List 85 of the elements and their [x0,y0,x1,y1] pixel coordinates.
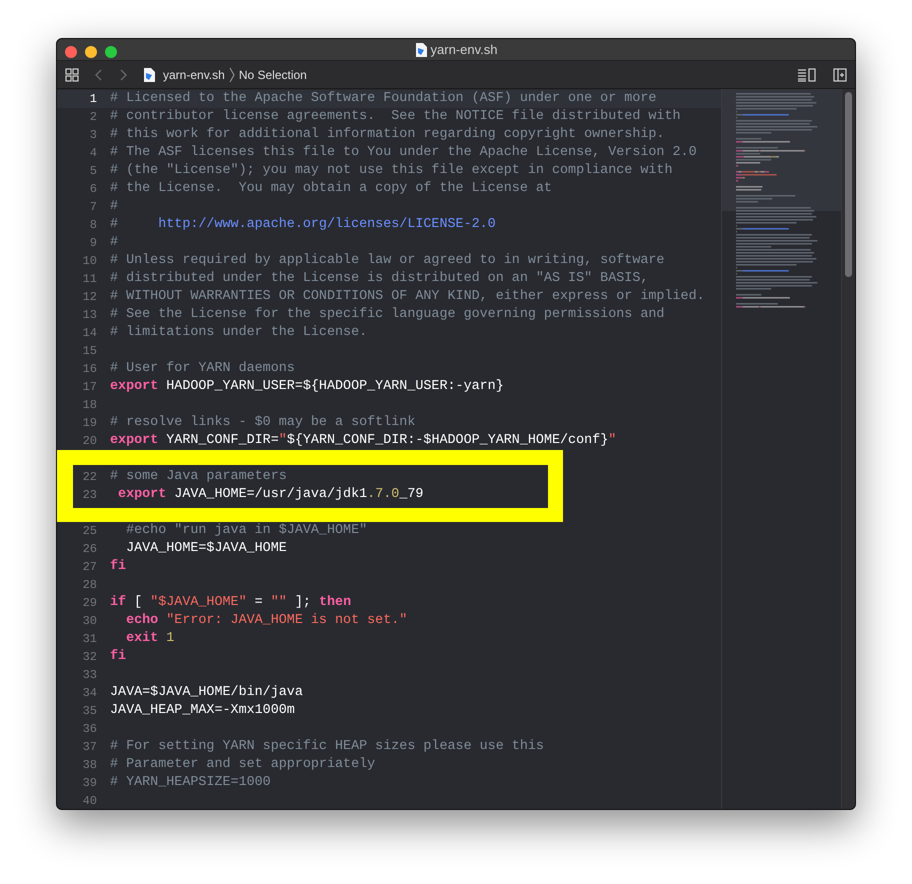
file-icon [414,42,427,56]
line-number: 11 [82,271,97,288]
code-line: fi [110,648,126,666]
line-number: 20 [82,433,97,450]
code-line: #echo "run java in $JAVA_HOME" [125,522,368,540]
code-line: # For setting YARN specific HEAP sizes please use this [110,738,544,756]
zoom-icon[interactable] [105,46,117,58]
window-title: yarn-env.sh [430,40,498,59]
scrollbar-thumb[interactable] [845,92,852,277]
line-number: 39 [82,775,97,792]
line-number: 23 [82,487,97,504]
line-number: 3 [88,127,97,144]
line-number: 34 [82,685,97,702]
line-number: 33 [82,667,97,684]
line-number: 19 [82,415,97,432]
code-line: # contributor license agreements. See the NOTICE file distributed with [110,108,681,126]
code-line: # distributed under the License is distributed on an "AS IS" BASIS, [110,270,648,288]
line-number: 35 [82,703,97,720]
line-number: 40 [82,793,97,809]
line-number: 22 [82,469,97,486]
back-icon[interactable] [95,68,103,80]
code-line: # http://www.apache.org/licenses/LICENSE-2.0 [110,216,496,234]
line-number: 18 [82,397,97,414]
line-number: 25 [82,523,97,540]
code-line: # WITHOUT WARRANTIES OR CONDITIONS OF ANY KIND, either express or implied. [110,288,705,306]
line-number: 27 [82,559,97,576]
line-number: 8 [88,217,97,234]
line-number: 17 [82,379,97,396]
code-line: export JAVA_HOME=/usr/java/jdk1.7.0_79 [117,486,424,504]
code-line: echo "Error: JAVA_HOME is not set." [125,612,408,630]
code-line: exit 1 [125,630,174,648]
chevron-icon [228,66,235,82]
line-number: 30 [82,613,97,630]
grid-icon[interactable] [65,68,79,82]
line-number: 6 [88,181,97,198]
code-line: JAVA_HEAP_MAX=-Xmx1000m [110,702,295,720]
breadcrumb-item[interactable]: yarn-env.sh [163,66,225,84]
code-line: JAVA_HOME=$JAVA_HOME [125,540,287,558]
code-line: # The ASF licenses this file to You under the Apache License, Version 2.0 [110,144,697,162]
line-number: 16 [82,361,97,378]
line-number: 10 [82,253,97,270]
code-line: # [110,198,118,216]
code-line: if [ "$JAVA_HOME" = "" ]; then [110,594,352,612]
line-number: 32 [82,649,97,666]
line-number: 15 [82,343,97,360]
code-line: export HADOOP_YARN_USER=${HADOOP_YARN_USER:-yarn} [110,378,504,396]
code-line: # this work for additional information regarding copyright ownership. [110,126,664,144]
add-editor-icon[interactable] [833,68,847,82]
code-line: # Licensed to the Apache Software Foundation (ASF) under one or more [110,90,656,108]
line-number: 7 [88,199,97,216]
code-line: JAVA=$JAVA_HOME/bin/java [110,684,303,702]
code-line: fi [110,558,126,576]
line-number: 26 [82,541,97,558]
line-number: 28 [82,577,97,594]
line-number: 38 [82,757,97,774]
breadcrumb-item[interactable]: No Selection [238,66,307,84]
line-number: 12 [82,289,97,306]
forward-icon[interactable] [119,68,127,80]
line-number: 9 [88,235,97,252]
code-line: export YARN_CONF_DIR="${YARN_CONF_DIR:-$HADOOP_YARN_HOME/conf}" [110,432,616,450]
line-number: 37 [82,739,97,756]
close-icon[interactable] [65,46,77,58]
line-number: 5 [88,163,97,180]
file-icon [143,68,155,82]
line-number: 4 [88,145,97,162]
code-line: # YARN_HEAPSIZE=1000 [110,774,271,792]
code-line: # [110,234,118,252]
line-number: 1 [88,91,97,108]
code-line: # User for YARN daemons [110,360,295,378]
minimize-icon[interactable] [85,46,97,58]
line-number: 36 [82,721,97,738]
line-number: 14 [82,325,97,342]
code-line: # See the License for the specific language governing permissions and [110,306,664,324]
code-line: # (the "License"); you may not use this file except in compliance with [110,162,672,180]
code-line: # some Java parameters [110,468,287,486]
editor-options-icon[interactable] [797,68,817,82]
code-line: # resolve links - $0 may be a softlink [110,414,416,432]
code-line: # Parameter and set appropriately [110,756,376,774]
code-line: # the License. You may obtain a copy of the License at [110,180,552,198]
line-number: 31 [82,631,97,648]
line-number: 2 [88,109,97,126]
line-number: 13 [82,307,97,324]
code-line: # limitations under the License. [110,324,368,342]
line-number: 29 [82,595,97,612]
code-line: # Unless required by applicable law or agreed to in writing, software [110,252,664,270]
